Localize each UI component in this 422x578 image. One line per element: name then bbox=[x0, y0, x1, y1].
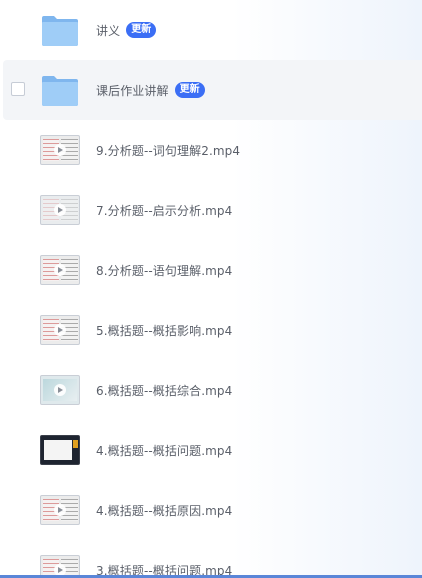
folder-name-cell: 讲义 更新 bbox=[96, 0, 157, 60]
video-name[interactable]: 8.分析题--语句理解.mp4 bbox=[96, 262, 232, 279]
folder-thumb bbox=[40, 13, 80, 47]
video-thumb-wrap bbox=[40, 373, 80, 407]
video-row[interactable]: 5.概括题--概括影响.mp4 bbox=[0, 300, 422, 360]
video-thumb-wrap bbox=[40, 313, 80, 347]
video-name[interactable]: 4.概括题--概括原因.mp4 bbox=[96, 502, 232, 519]
video-name-cell: 7.分析题--启示分析.mp4 bbox=[96, 180, 232, 240]
play-icon bbox=[54, 204, 66, 216]
video-name-cell: 3.概括题--概括问题.mp4 bbox=[96, 540, 232, 578]
video-row[interactable]: 8.分析题--语句理解.mp4 bbox=[0, 240, 422, 300]
video-row[interactable]: 9.分析题--词句理解2.mp4 bbox=[0, 120, 422, 180]
play-icon bbox=[54, 264, 66, 276]
video-thumb-wrap bbox=[40, 253, 80, 287]
video-thumbnail-icon bbox=[40, 255, 80, 285]
play-icon bbox=[54, 384, 66, 396]
folder-icon bbox=[42, 16, 78, 46]
file-list: 讲义 更新 课后作业讲解 更新 9.分析题--词句理解2.mp4 7.分析题--… bbox=[0, 0, 422, 578]
video-row[interactable]: 7.分析题--启示分析.mp4 bbox=[0, 180, 422, 240]
video-thumb-wrap bbox=[40, 133, 80, 167]
row-checkbox[interactable] bbox=[11, 82, 25, 96]
play-icon bbox=[54, 324, 66, 336]
folder-name[interactable]: 讲义 bbox=[96, 22, 120, 39]
video-thumb-wrap bbox=[40, 193, 80, 227]
video-thumbnail-icon bbox=[40, 195, 80, 225]
video-row[interactable]: 4.概括题--概括原因.mp4 bbox=[0, 480, 422, 540]
video-row[interactable]: 3.概括题--概括问题.mp4 bbox=[0, 540, 422, 578]
video-thumbnail-icon bbox=[40, 315, 80, 345]
video-thumbnail-icon bbox=[40, 135, 80, 165]
video-row[interactable]: 6.概括题--概括综合.mp4 bbox=[0, 360, 422, 420]
file-browser-page: 讲义 更新 课后作业讲解 更新 9.分析题--词句理解2.mp4 7.分析题--… bbox=[0, 0, 422, 578]
video-thumb-wrap bbox=[40, 433, 80, 467]
video-thumbnail-icon bbox=[40, 495, 80, 525]
update-badge: 更新 bbox=[126, 22, 157, 38]
video-row[interactable]: 4.概括题--概括问题.mp4 bbox=[0, 420, 422, 480]
video-thumbnail-icon bbox=[40, 375, 80, 405]
folder-icon bbox=[42, 76, 78, 106]
folder-row-hovered[interactable]: 课后作业讲解 更新 bbox=[3, 60, 422, 120]
video-name-cell: 9.分析题--词句理解2.mp4 bbox=[96, 120, 240, 180]
video-name-cell: 4.概括题--概括问题.mp4 bbox=[96, 420, 232, 480]
video-thumbnail-icon bbox=[40, 435, 80, 465]
video-name[interactable]: 4.概括题--概括问题.mp4 bbox=[96, 442, 232, 459]
video-name[interactable]: 9.分析题--词句理解2.mp4 bbox=[96, 142, 240, 159]
video-name-cell: 8.分析题--语句理解.mp4 bbox=[96, 240, 232, 300]
update-badge: 更新 bbox=[174, 82, 205, 98]
video-name-cell: 5.概括题--概括影响.mp4 bbox=[96, 300, 232, 360]
video-thumb-wrap bbox=[40, 493, 80, 527]
folder-thumb bbox=[40, 73, 80, 107]
video-name-cell: 6.概括题--概括综合.mp4 bbox=[96, 360, 232, 420]
folder-name-cell: 课后作业讲解 更新 bbox=[96, 60, 205, 120]
play-icon bbox=[54, 144, 66, 156]
play-icon bbox=[54, 504, 66, 516]
folder-name[interactable]: 课后作业讲解 bbox=[96, 82, 169, 99]
folder-row[interactable]: 讲义 更新 bbox=[0, 0, 422, 60]
video-name-cell: 4.概括题--概括原因.mp4 bbox=[96, 480, 232, 540]
video-name[interactable]: 6.概括题--概括综合.mp4 bbox=[96, 382, 232, 399]
video-name[interactable]: 7.分析题--启示分析.mp4 bbox=[96, 202, 232, 219]
video-name[interactable]: 5.概括题--概括影响.mp4 bbox=[96, 322, 232, 339]
